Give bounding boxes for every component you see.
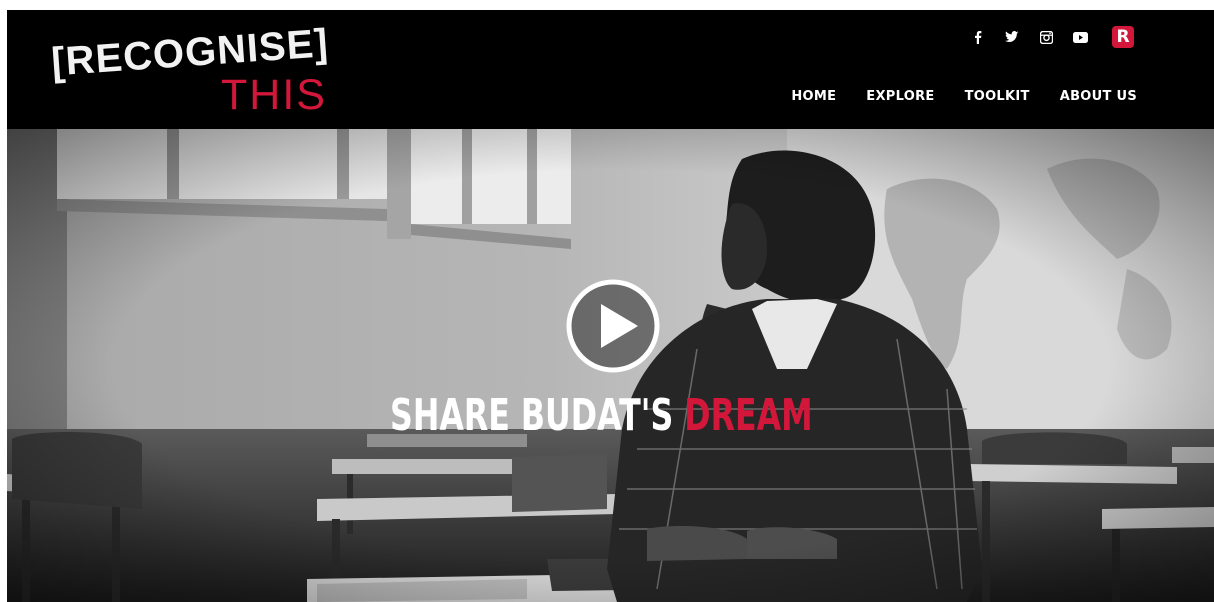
play-circle-icon: [566, 279, 660, 373]
hero-banner: SHARE BUDAT'S DREAM: [7, 129, 1214, 602]
nav-toolkit[interactable]: TOOLKIT: [965, 89, 1030, 104]
nav-explore[interactable]: EXPLORE: [866, 89, 934, 104]
main-nav: HOME EXPLORE TOOLKIT ABOUT US: [791, 89, 1137, 104]
site-logo[interactable]: [RECOGNISE] THIS: [50, 18, 381, 119]
headline-accent-text: DREAM: [684, 390, 813, 441]
twitter-icon[interactable]: [1004, 29, 1020, 45]
nav-about-us[interactable]: ABOUT US: [1060, 89, 1137, 104]
social-links: R: [970, 26, 1134, 48]
site-header: [RECOGNISE] THIS R HOME EXPLORE TOOLKIT …: [7, 10, 1214, 129]
hero-headline: SHARE BUDAT'S DREAM: [390, 390, 813, 441]
nav-home[interactable]: HOME: [791, 89, 836, 104]
logo-wordmark: [RECOGNISE]: [50, 21, 330, 84]
youtube-icon[interactable]: [1072, 29, 1088, 45]
play-video-button[interactable]: [566, 279, 660, 373]
instagram-icon[interactable]: [1038, 29, 1054, 45]
facebook-icon[interactable]: [970, 29, 986, 45]
recognise-r-icon[interactable]: R: [1112, 26, 1134, 48]
headline-main-text: SHARE BUDAT'S: [390, 390, 685, 441]
logo-text-this: THIS: [221, 71, 327, 119]
page: [RECOGNISE] THIS R HOME EXPLORE TOOLKIT …: [0, 0, 1214, 602]
